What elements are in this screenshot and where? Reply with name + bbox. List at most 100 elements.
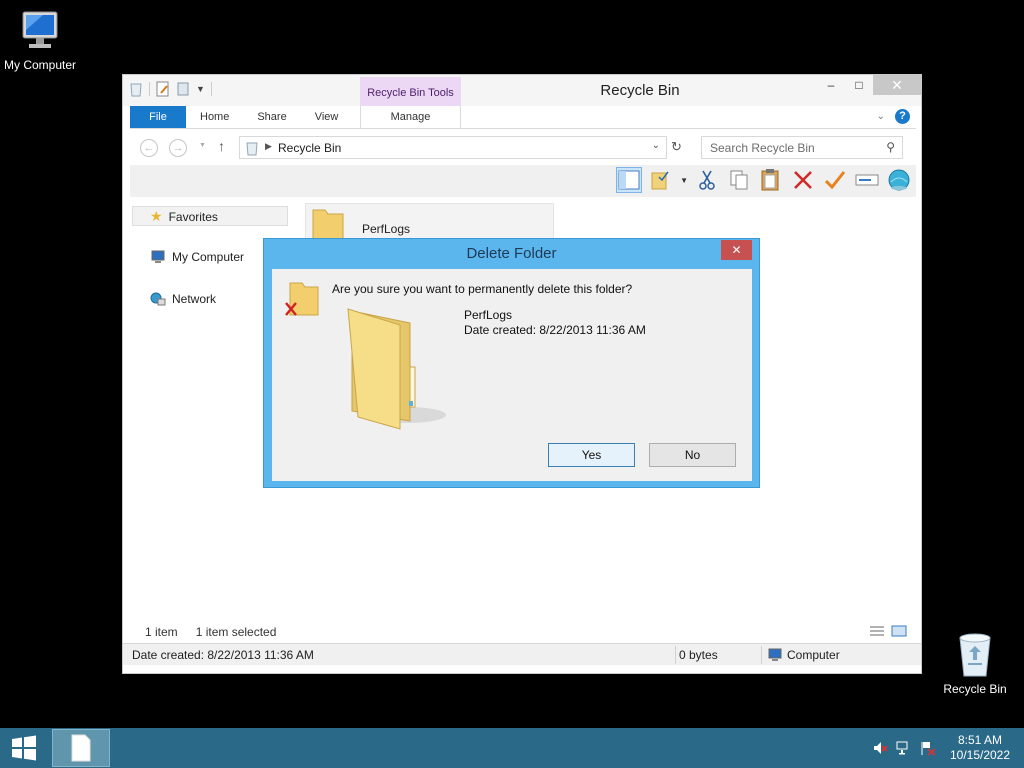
folder-options-button[interactable] (648, 167, 674, 193)
dialog-title: Delete Folder (466, 245, 557, 262)
star-icon: ★ (150, 208, 163, 224)
item-count: 1 item (145, 625, 178, 639)
taskbar-explorer-button[interactable] (52, 729, 110, 767)
file-item-perflogs[interactable]: PerfLogs (305, 203, 554, 243)
breadcrumb-chevron-icon[interactable]: ▶ (265, 141, 272, 152)
navigation-bar: ← → ▼ ↑ ▶ Recycle Bin ⌄ ↻ Search Recycle… (130, 133, 916, 161)
details-status-bar: Date created: 8/22/2013 11:36 AM 0 bytes… (123, 643, 921, 665)
delete-folder-dialog: Delete Folder ✕ Are you sure you want to… (263, 238, 760, 488)
restore-button[interactable] (822, 167, 848, 193)
nav-label: My Computer (172, 250, 245, 264)
desktop-icon-label: Recycle Bin (943, 682, 1007, 696)
status-size: 0 bytes (679, 648, 718, 662)
status-bar-top: 1 item 1 item selected (145, 625, 276, 639)
back-button[interactable]: ← (140, 139, 158, 157)
ribbon-right-controls: ⌄ ? (877, 109, 910, 124)
folder-check-icon (651, 171, 669, 190)
caption-buttons: – □ ✕ (817, 75, 921, 95)
search-input[interactable]: Search Recycle Bin ⚲ (701, 136, 903, 159)
title-bar[interactable]: ▼ Recycle Bin Tools Recycle Bin – □ ✕ (123, 75, 921, 106)
computer-icon (22, 11, 58, 48)
tab-manage[interactable]: Manage (360, 106, 461, 128)
help-icon[interactable]: ? (895, 109, 910, 124)
search-icon: ⚲ (886, 140, 895, 154)
start-button[interactable] (0, 728, 48, 768)
up-button[interactable]: ↑ (218, 138, 225, 154)
tab-view[interactable]: View (301, 106, 353, 128)
clock-time: 8:51 AM (957, 733, 1003, 747)
nav-label: Network (172, 292, 217, 306)
checkmark-icon (824, 171, 846, 190)
ribbon-tabs: File Home Share View Manage ⌄ ? (130, 106, 916, 129)
desktop-icon-my-computer[interactable]: My Computer (0, 8, 80, 72)
desktop-icon-recycle-bin[interactable]: Recycle Bin (935, 630, 1015, 696)
clock[interactable]: 8:51 AM 10/15/2022 (940, 733, 1020, 763)
recycle-bin-icon (959, 633, 991, 677)
command-toolbar: ▼ (130, 165, 916, 197)
window-title: Recycle Bin (600, 82, 680, 99)
dialog-body: Are you sure you want to permanently del… (272, 269, 752, 481)
details-view-icon[interactable] (869, 625, 885, 637)
properties-button[interactable] (886, 167, 912, 193)
close-button[interactable]: ✕ (873, 75, 921, 95)
breadcrumb-recycle-bin[interactable]: Recycle Bin (278, 141, 341, 155)
nav-label: Favorites (168, 209, 218, 224)
search-placeholder: Search Recycle Bin (710, 141, 815, 155)
computer-icon (151, 250, 165, 263)
yes-button[interactable]: Yes (548, 443, 635, 467)
file-item-name: PerfLogs (362, 222, 411, 236)
address-dropdown-icon[interactable]: ⌄ (652, 140, 660, 151)
tab-share[interactable]: Share (243, 106, 300, 128)
network-icon (150, 292, 166, 306)
expand-ribbon-icon[interactable]: ⌄ (877, 111, 885, 122)
selected-count: 1 item selected (195, 625, 277, 639)
delete-folder-icon (285, 282, 319, 316)
copy-button[interactable] (726, 167, 752, 193)
address-bar[interactable]: ▶ Recycle Bin ⌄ (239, 136, 667, 159)
folder-preview-icon (347, 308, 446, 430)
paste-button[interactable] (758, 167, 784, 193)
system-tray (872, 740, 936, 756)
globe-icon (888, 169, 910, 191)
preview-pane-button[interactable] (616, 167, 643, 193)
windows-logo-icon (12, 735, 36, 761)
recent-locations-icon[interactable]: ▼ (199, 142, 206, 149)
dropdown-icon[interactable]: ▼ (680, 176, 688, 185)
status-date-created: Date created: 8/22/2013 11:36 AM (132, 648, 314, 662)
forward-button[interactable]: → (169, 139, 187, 157)
action-center-flag-icon[interactable] (920, 740, 936, 756)
refresh-icon[interactable]: ↻ (671, 139, 682, 155)
status-location: Computer (787, 648, 840, 662)
clock-date: 10/15/2022 (949, 748, 1011, 762)
dialog-question: Are you sure you want to permanently del… (332, 282, 633, 296)
folder-icon (312, 209, 344, 242)
nav-item-my-computer[interactable]: My Computer (150, 250, 244, 264)
minimize-button[interactable]: – (817, 75, 845, 95)
tab-file[interactable]: File (130, 106, 186, 128)
network-tray-icon[interactable] (896, 740, 912, 756)
preview-pane-icon (618, 170, 640, 190)
scissors-icon (699, 170, 715, 190)
nav-item-network[interactable]: Network (150, 292, 216, 306)
tab-home[interactable]: Home (186, 106, 243, 128)
copy-icon (730, 170, 748, 190)
computer-icon (768, 648, 782, 661)
cut-button[interactable] (694, 167, 720, 193)
view-toggle-group (869, 625, 907, 637)
document-icon (71, 734, 91, 762)
nav-item-favorites[interactable]: ★ Favorites (150, 208, 218, 225)
rename-button[interactable] (854, 167, 880, 193)
dialog-close-button[interactable]: ✕ (721, 240, 752, 260)
paste-icon (761, 169, 779, 191)
volume-muted-icon[interactable] (872, 740, 888, 756)
delete-x-icon (794, 171, 812, 189)
rename-icon (855, 174, 879, 186)
large-icons-view-icon[interactable] (891, 625, 907, 637)
dialog-date-created: Date created: 8/22/2013 11:36 AM (464, 323, 646, 337)
no-button[interactable]: No (649, 443, 736, 467)
recycle-bin-small-icon (246, 142, 258, 156)
maximize-button[interactable]: □ (845, 75, 873, 95)
taskbar: 8:51 AM 10/15/2022 (0, 728, 1024, 768)
desktop-icon-label: My Computer (3, 58, 77, 72)
delete-button[interactable] (790, 167, 816, 193)
